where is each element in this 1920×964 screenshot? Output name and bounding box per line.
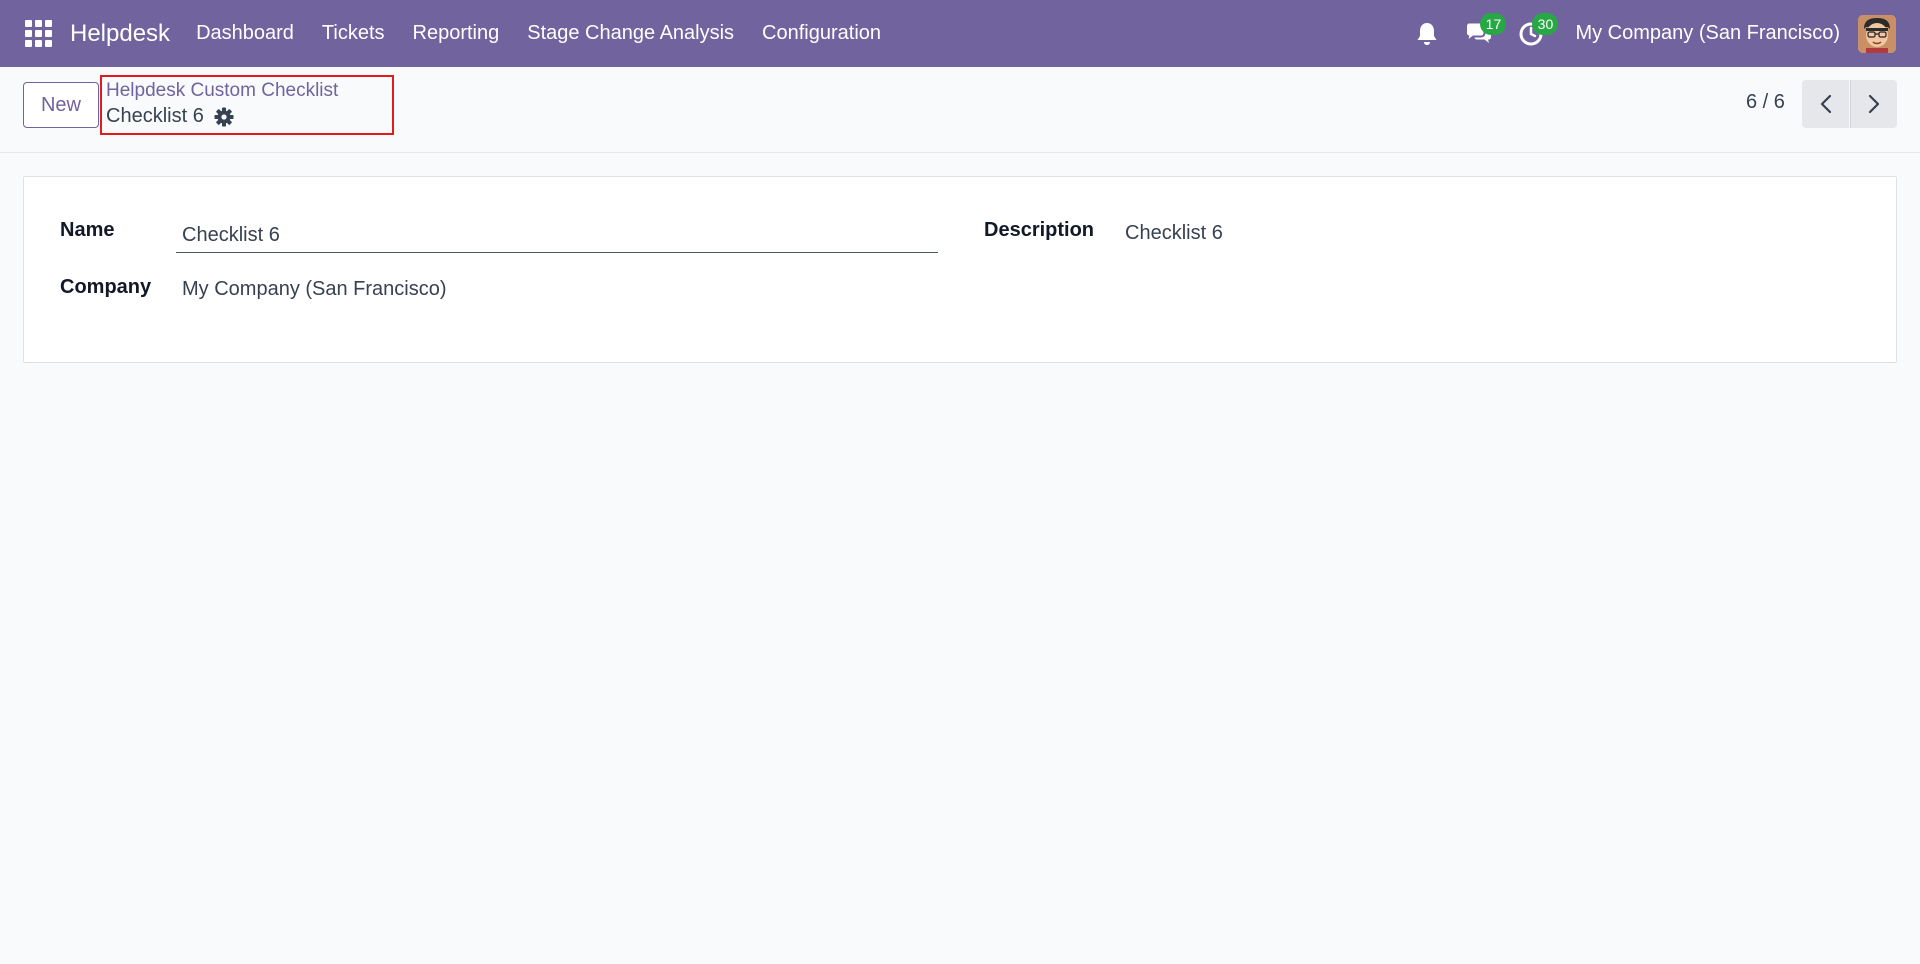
name-field[interactable] bbox=[176, 219, 938, 253]
menu-configuration[interactable]: Configuration bbox=[748, 0, 895, 67]
chat-icon[interactable]: 17 bbox=[1464, 12, 1507, 49]
pager-value[interactable]: 6 / 6 bbox=[1746, 91, 1785, 114]
user-avatar[interactable] bbox=[1858, 14, 1896, 53]
control-panel: New Helpdesk Custom Checklist Checklist … bbox=[0, 67, 1920, 153]
chevron-right-icon bbox=[1868, 94, 1880, 114]
menu-stage-change-analysis[interactable]: Stage Change Analysis bbox=[513, 0, 748, 67]
name-label: Name bbox=[60, 219, 115, 241]
description-label: Description bbox=[984, 219, 1095, 241]
app-brand[interactable]: Helpdesk bbox=[70, 20, 170, 48]
breadcrumb: Helpdesk Custom Checklist Checklist 6 bbox=[100, 75, 394, 135]
chevron-left-icon bbox=[1820, 94, 1831, 114]
top-navbar: Helpdesk Dashboard Tickets Reporting Sta… bbox=[0, 0, 1920, 67]
navbar-systray: 17 30 My Company (San Francisco) bbox=[1401, 0, 1920, 67]
breadcrumb-current: Checklist 6 bbox=[106, 105, 234, 128]
clock-icon[interactable]: 30 bbox=[1516, 12, 1559, 49]
company-switcher[interactable]: My Company (San Francisco) bbox=[1575, 22, 1840, 45]
breadcrumb-parent-link[interactable]: Helpdesk Custom Checklist bbox=[106, 80, 338, 102]
record-title: Checklist 6 bbox=[106, 105, 204, 127]
menu-dashboard[interactable]: Dashboard bbox=[182, 0, 308, 67]
pager-previous-button[interactable] bbox=[1802, 80, 1849, 128]
menu-tickets[interactable]: Tickets bbox=[308, 0, 399, 67]
company-value[interactable]: My Company (San Francisco) bbox=[182, 278, 447, 301]
company-label: Company bbox=[60, 276, 152, 298]
apps-grid-icon[interactable] bbox=[24, 20, 52, 48]
new-button[interactable]: New bbox=[23, 82, 99, 128]
gear-icon[interactable] bbox=[214, 107, 234, 127]
form-sheet: Name Description Checklist 6 Company My … bbox=[23, 176, 1897, 363]
activities-count-badge: 30 bbox=[1532, 12, 1559, 35]
pager-next-button[interactable] bbox=[1850, 80, 1897, 128]
messages-count-badge: 17 bbox=[1480, 12, 1507, 35]
bell-icon[interactable] bbox=[1412, 19, 1442, 49]
menu-reporting[interactable]: Reporting bbox=[399, 0, 514, 67]
description-value[interactable]: Checklist 6 bbox=[1125, 222, 1223, 245]
